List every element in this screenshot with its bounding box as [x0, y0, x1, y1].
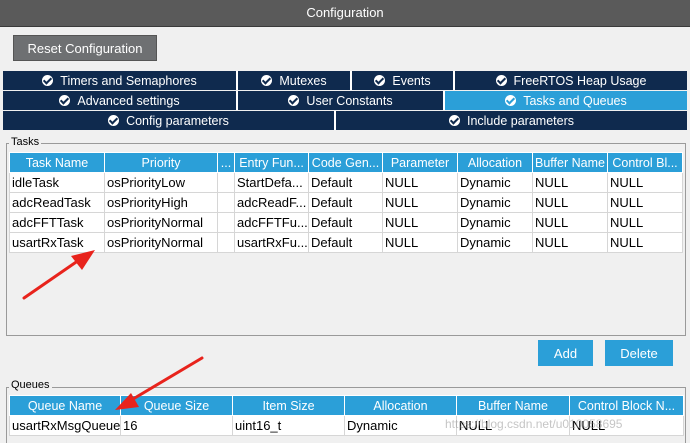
arrow-icon	[115, 356, 204, 410]
annotation-arrows	[22, 250, 204, 410]
arrow-icon	[22, 250, 95, 300]
